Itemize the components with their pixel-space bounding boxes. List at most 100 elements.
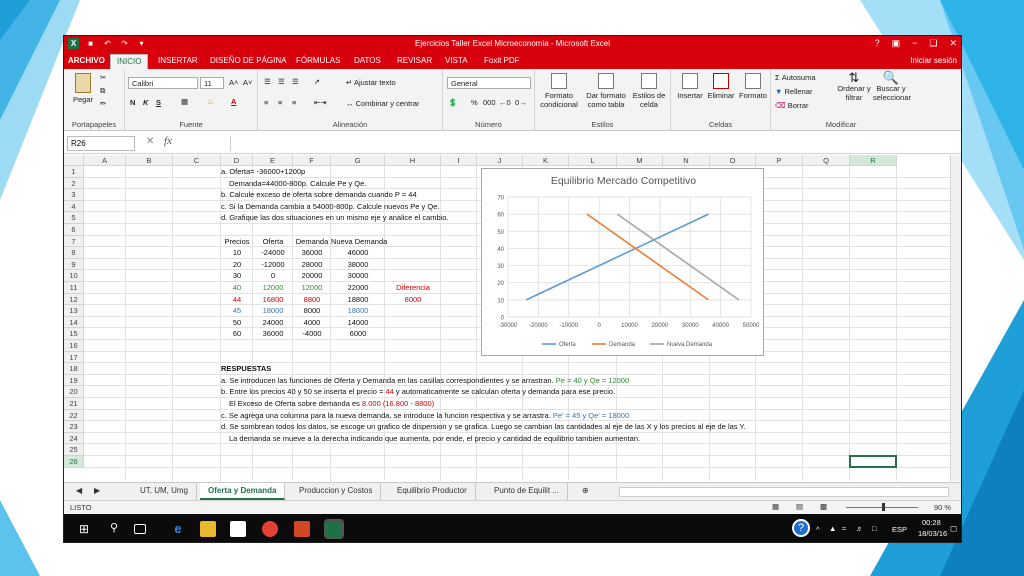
clock-time[interactable]: 00:28	[922, 518, 941, 527]
task-view-icon[interactable]	[134, 524, 146, 534]
currency-icon[interactable]: 💲	[448, 98, 457, 107]
tab-insertar[interactable]: INSERTAR	[158, 56, 198, 65]
minimize-button[interactable]: −	[912, 38, 917, 49]
row-header[interactable]: 13	[64, 305, 84, 317]
network-icon[interactable]: ▲	[829, 524, 836, 533]
row-header[interactable]: 6	[64, 224, 84, 236]
file-explorer-icon[interactable]	[200, 521, 216, 537]
row-header[interactable]: 4	[64, 200, 84, 213]
sheet-tab-active[interactable]: Oferta y Demanda	[200, 483, 286, 500]
ribbon-display-button[interactable]: ▣	[892, 38, 901, 49]
column-header[interactable]: B	[126, 155, 173, 166]
sheet-tab[interactable]: Equilibrio Productor	[389, 483, 476, 500]
vertical-scrollbar[interactable]	[950, 155, 961, 481]
row-header[interactable]: 3	[64, 189, 84, 201]
column-header[interactable]: I	[441, 155, 477, 166]
notifications-icon[interactable]: ▢	[950, 524, 957, 533]
message-icon[interactable]: □	[872, 524, 877, 533]
powerpoint-icon[interactable]	[294, 521, 310, 537]
row-header[interactable]: 23	[64, 421, 84, 433]
column-header[interactable]: H	[385, 155, 441, 166]
format-cells-button[interactable]: Formato	[738, 73, 768, 100]
tab-diseno-pagina[interactable]: DISEÑO DE PÁGINA	[210, 56, 286, 65]
column-header[interactable]: C	[173, 155, 221, 166]
row-header[interactable]: 12	[64, 293, 84, 306]
align-center-icon[interactable]: ≡	[278, 98, 282, 107]
column-header[interactable]: L	[569, 155, 617, 166]
sheet-tab[interactable]: UT, UM, Umg	[132, 483, 197, 500]
clear-button[interactable]: ⌫ Borrar	[775, 101, 809, 110]
language-indicator[interactable]: ESP	[892, 525, 907, 534]
page-layout-view-icon[interactable]: ▤	[796, 502, 803, 511]
italic-button[interactable]: K	[143, 98, 148, 107]
thousands-button[interactable]: 000	[483, 98, 496, 107]
spreadsheet-grid[interactable]: A B C D E F G H I J K L M N O P Q R 1 2 3 4 5 6 7 8 9 10 11 12 13 14 15 1…	[64, 155, 950, 481]
format-painter-icon[interactable]: ✏	[100, 99, 106, 108]
increase-decimal-icon[interactable]: ←0	[499, 98, 511, 107]
column-header[interactable]: J	[477, 155, 523, 166]
row-header[interactable]: 2	[64, 177, 84, 190]
cancel-icon[interactable]: ✕	[146, 136, 154, 147]
sort-filter-button[interactable]: ⇅ Ordenar y filtrar	[837, 71, 871, 102]
row-header[interactable]: 5	[64, 212, 84, 224]
sheet-tab[interactable]: Produccion y Costos	[291, 483, 382, 500]
delete-cells-button[interactable]: Eliminar	[706, 73, 736, 100]
tab-inicio[interactable]: INICIO	[110, 54, 149, 69]
help-button[interactable]: ?	[875, 38, 880, 49]
help-circle-icon[interactable]: ?	[792, 519, 810, 537]
clock-date[interactable]: 18/03/16	[918, 529, 947, 538]
normal-view-icon[interactable]: ▦	[772, 502, 779, 511]
row-header[interactable]: 7	[64, 235, 84, 248]
edge-icon[interactable]: e	[170, 521, 186, 537]
row-header[interactable]: 15	[64, 328, 84, 340]
shrink-font-button[interactable]: A˅	[243, 78, 252, 87]
autosum-button[interactable]: Σ Autosuma	[775, 73, 816, 82]
wifi-icon[interactable]: ≈	[842, 524, 846, 533]
chart-equilibrio[interactable]: Equilibrio Mercado Competitivo 0 10 20 30 40 5…	[481, 168, 764, 356]
page-break-view-icon[interactable]: ▩	[820, 502, 827, 511]
format-table-button[interactable]: Dar formato como tabla	[584, 73, 628, 109]
sign-in-link[interactable]: Iniciar sesión	[910, 56, 957, 65]
column-header[interactable]: A	[84, 155, 126, 166]
row-header[interactable]: 17	[64, 351, 84, 364]
orientation-icon[interactable]: ➚	[314, 77, 320, 86]
column-header[interactable]: F	[293, 155, 331, 166]
column-header[interactable]: R	[850, 155, 897, 166]
copy-icon[interactable]: ⧉	[100, 86, 105, 95]
zoom-slider-thumb[interactable]	[882, 503, 885, 511]
search-icon[interactable]: ⚲	[106, 521, 122, 537]
excel-taskbar-icon[interactable]	[324, 519, 344, 539]
column-header[interactable]: N	[663, 155, 710, 166]
indent-icon[interactable]: ⇤⇥	[314, 98, 327, 107]
select-all-corner[interactable]	[64, 155, 84, 166]
row-header[interactable]: 9	[64, 258, 84, 271]
chrome-icon[interactable]	[262, 521, 278, 537]
row-header[interactable]: 22	[64, 409, 84, 422]
column-header[interactable]: K	[523, 155, 569, 166]
name-box[interactable]: R26	[67, 136, 135, 151]
tray-chevron-icon[interactable]: ^	[816, 525, 820, 534]
align-left-icon[interactable]: ≡	[264, 98, 268, 107]
align-bottom-icon[interactable]: ☰	[292, 77, 299, 86]
paste-button[interactable]: Pegar	[68, 73, 98, 104]
merge-center-button[interactable]: ↔ Combinar y centrar	[346, 99, 419, 108]
tab-datos[interactable]: DATOS	[354, 56, 381, 65]
column-header[interactable]: Q	[803, 155, 850, 166]
tab-revisar[interactable]: REVISAR	[397, 56, 432, 65]
underline-button[interactable]: S	[156, 98, 161, 107]
volume-icon[interactable]: ♬	[856, 524, 864, 533]
grow-font-button[interactable]: A˄	[229, 78, 238, 87]
row-header[interactable]: 20	[64, 386, 84, 398]
percent-button[interactable]: %	[471, 98, 478, 107]
tab-vista[interactable]: VISTA	[445, 56, 468, 65]
windows-start-icon[interactable]: ⊞	[76, 521, 92, 537]
sheet-tab[interactable]: Punto de Equilit ...	[486, 483, 568, 500]
store-icon[interactable]	[230, 521, 246, 537]
font-color-icon[interactable]: A	[231, 97, 236, 106]
column-header[interactable]: G	[331, 155, 385, 166]
restore-button[interactable]: ❏	[929, 38, 937, 49]
borders-icon[interactable]: ▦	[181, 97, 188, 106]
wrap-text-button[interactable]: ↵ Ajustar texto	[346, 78, 396, 87]
find-select-button[interactable]: 🔍 Buscar y seleccionar	[873, 71, 911, 102]
align-right-icon[interactable]: ≡	[292, 98, 296, 107]
